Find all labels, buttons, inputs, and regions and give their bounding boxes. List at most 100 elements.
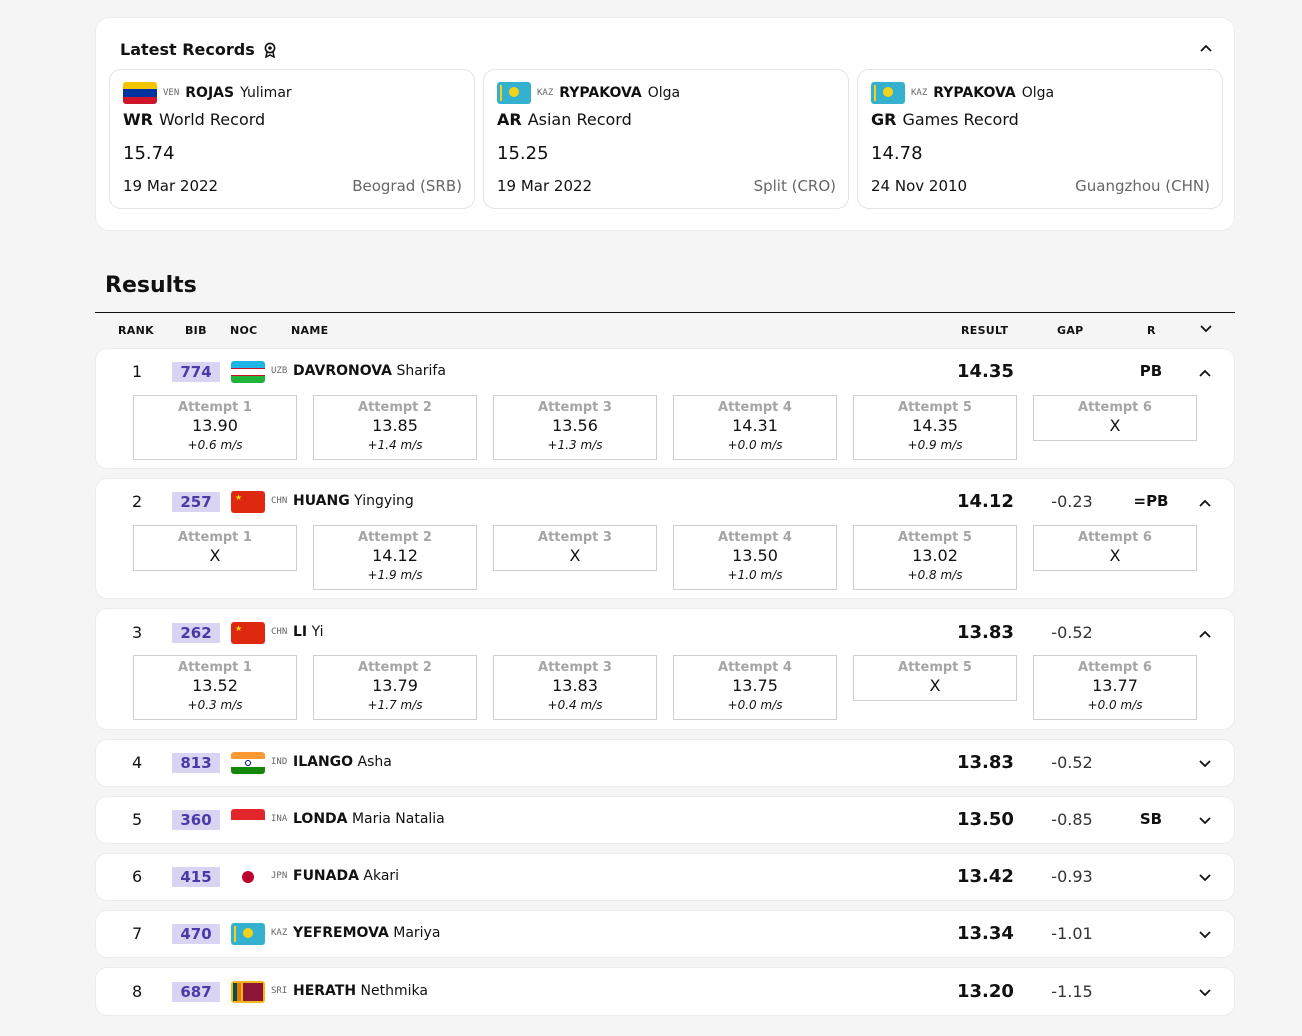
record-date: 19 Mar 2022 <box>123 177 219 195</box>
attempt-wind: +1.4 m/s <box>367 438 423 452</box>
rank: 8 <box>132 982 143 1001</box>
result-row[interactable]: 4 813 IND ILANGO Asha 13.83 -0.52 <box>95 739 1235 787</box>
expand-row-chevron-down-icon[interactable] <box>1199 986 1211 1000</box>
attempt-box: Attempt 5 13.02 +0.8 m/s <box>853 525 1017 590</box>
results-divider <box>95 312 1235 313</box>
athlete-surname: DAVRONOVA <box>293 363 392 379</box>
result-row[interactable]: 3 262 ★ CHN LI Yi 13.83 -0.52 Attempt 1 13.52 +0.… <box>95 608 1235 730</box>
record-athlete: KAZ RYPAKOVA Olga <box>871 82 1054 104</box>
attempt-label: Attempt 3 <box>538 400 612 415</box>
attempt-box: Attempt 1 13.52 +0.3 m/s <box>133 655 297 720</box>
attempt-wind: +0.6 m/s <box>187 438 243 452</box>
attempt-value: 14.12 <box>372 546 418 565</box>
latest-records-card: Latest Records VEN ROJAS Yulimar WR World… <box>95 17 1235 231</box>
athlete-name[interactable]: ILANGO Asha <box>293 754 392 770</box>
athlete-name[interactable]: DAVRONOVA Sharifa <box>293 363 446 379</box>
athlete-name[interactable]: LI Yi <box>293 624 324 640</box>
attempt-label: Attempt 4 <box>718 660 792 675</box>
result-value: 13.20 <box>957 981 1014 1002</box>
record-given-name: Olga <box>1021 85 1055 101</box>
record-noc: KAZ <box>537 88 554 98</box>
record-date: 24 Nov 2010 <box>871 177 968 195</box>
attempt-label: Attempt 1 <box>178 660 252 675</box>
athlete-name[interactable]: FUNADA Akari <box>293 868 399 884</box>
athlete-surname: LONDA <box>293 811 348 827</box>
expand-row-chevron-down-icon[interactable] <box>1199 757 1211 771</box>
column-header-bib[interactable]: BIB <box>185 324 207 337</box>
record-given-name: Olga <box>647 85 681 101</box>
attempt-box: Attempt 6X <box>1033 525 1197 571</box>
result-row[interactable]: 5 360 INA LONDA Maria Natalia 13.50 -0.85 SB <box>95 796 1235 844</box>
result-row[interactable]: 8 687 SRI HERATH Nethmika 13.20 -1.15 <box>95 967 1235 1016</box>
collapse-row-chevron-up-icon[interactable] <box>1199 366 1211 380</box>
bib-badge: 813 <box>172 753 220 773</box>
flag-sri-icon <box>231 981 265 1003</box>
result-row[interactable]: 7 470 KAZ YEFREMOVA Mariya 13.34 -1.01 <box>95 910 1235 958</box>
attempt-label: Attempt 2 <box>358 660 432 675</box>
record-date: 19 Mar 2022 <box>497 177 593 195</box>
attempt-label: Attempt 1 <box>178 530 252 545</box>
attempt-value: 13.75 <box>732 676 778 695</box>
athlete-name[interactable]: HERATH Nethmika <box>293 983 428 999</box>
column-header-name[interactable]: NAME <box>291 324 328 337</box>
attempt-wind: +1.7 m/s <box>367 698 423 712</box>
attempt-value: 13.77 <box>1092 676 1138 695</box>
flag-ina-icon <box>231 809 265 831</box>
column-header-rank[interactable]: RANK <box>118 324 154 337</box>
attempt-wind: +1.9 m/s <box>367 568 423 582</box>
gap-value: -0.23 <box>1051 492 1093 511</box>
collapse-row-chevron-up-icon[interactable] <box>1199 496 1211 510</box>
attempt-box: Attempt 4 14.31 +0.0 m/s <box>673 395 837 460</box>
flag-kaz-icon <box>871 82 905 104</box>
record-type-label: World Record <box>158 110 266 129</box>
attempt-box: Attempt 5 14.35 +0.9 m/s <box>853 395 1017 460</box>
result-row[interactable]: 2 257 ★ CHN HUANG Yingying 14.12 -0.23 =PB Attem… <box>95 478 1235 599</box>
athlete-name[interactable]: YEFREMOVA Mariya <box>293 925 440 941</box>
collapse-records-chevron-up-icon[interactable] <box>1200 40 1212 56</box>
rank: 7 <box>132 924 143 943</box>
expand-row-chevron-down-icon[interactable] <box>1199 871 1211 885</box>
record-surname: RYPAKOVA <box>933 85 1016 101</box>
attempt-value: X <box>929 676 941 695</box>
attempt-label: Attempt 5 <box>898 530 972 545</box>
noc-code: KAZ <box>271 928 288 938</box>
athlete-name[interactable]: HUANG Yingying <box>293 493 414 509</box>
attempt-wind: +0.0 m/s <box>727 698 783 712</box>
athlete-given-name: Yingying <box>354 493 414 509</box>
athlete-given-name: Asha <box>357 754 392 770</box>
expand-row-chevron-down-icon[interactable] <box>1199 928 1211 942</box>
column-header-result[interactable]: RESULT <box>961 324 1008 337</box>
athlete-name[interactable]: LONDA Maria Natalia <box>293 811 445 827</box>
athlete-surname: HERATH <box>293 983 357 999</box>
rank: 6 <box>132 867 143 886</box>
record-type-label: Games Record <box>902 110 1019 129</box>
attempt-label: Attempt 2 <box>358 530 432 545</box>
athlete-given-name: Sharifa <box>396 363 446 379</box>
result-value: 14.35 <box>957 361 1014 382</box>
athlete-given-name: Maria Natalia <box>351 811 445 827</box>
attempt-wind: +1.3 m/s <box>547 438 603 452</box>
record-mark: 15.25 <box>497 143 549 164</box>
bib-badge: 415 <box>172 867 220 887</box>
attempt-label: Attempt 3 <box>538 530 612 545</box>
record-flag: =PB <box>1133 492 1169 510</box>
expand-all-chevron-down-icon[interactable] <box>1200 322 1212 336</box>
record-surname: RYPAKOVA <box>559 85 642 101</box>
flag-kaz-icon <box>497 82 531 104</box>
column-header-noc[interactable]: NOC <box>230 324 258 337</box>
result-row[interactable]: 6 415 JPN FUNADA Akari 13.42 -0.93 <box>95 853 1235 901</box>
column-header-gap[interactable]: GAP <box>1057 324 1084 337</box>
gap-value: -1.15 <box>1051 982 1093 1001</box>
medal-icon <box>264 42 276 58</box>
result-value: 13.83 <box>957 622 1014 643</box>
flag-uzb-icon <box>231 361 265 383</box>
expand-row-chevron-down-icon[interactable] <box>1199 814 1211 828</box>
record-abbr: AR <box>497 110 522 129</box>
result-row[interactable]: 1 774 UZB DAVRONOVA Sharifa 14.35 PB Attempt 1… <box>95 348 1235 469</box>
collapse-row-chevron-up-icon[interactable] <box>1199 627 1211 641</box>
athlete-surname: HUANG <box>293 493 350 509</box>
record-flag: SB <box>1139 810 1163 828</box>
record-type: GR Games Record <box>871 110 1019 129</box>
column-header-r[interactable]: R <box>1147 324 1156 337</box>
flag-kaz-icon <box>231 923 265 945</box>
